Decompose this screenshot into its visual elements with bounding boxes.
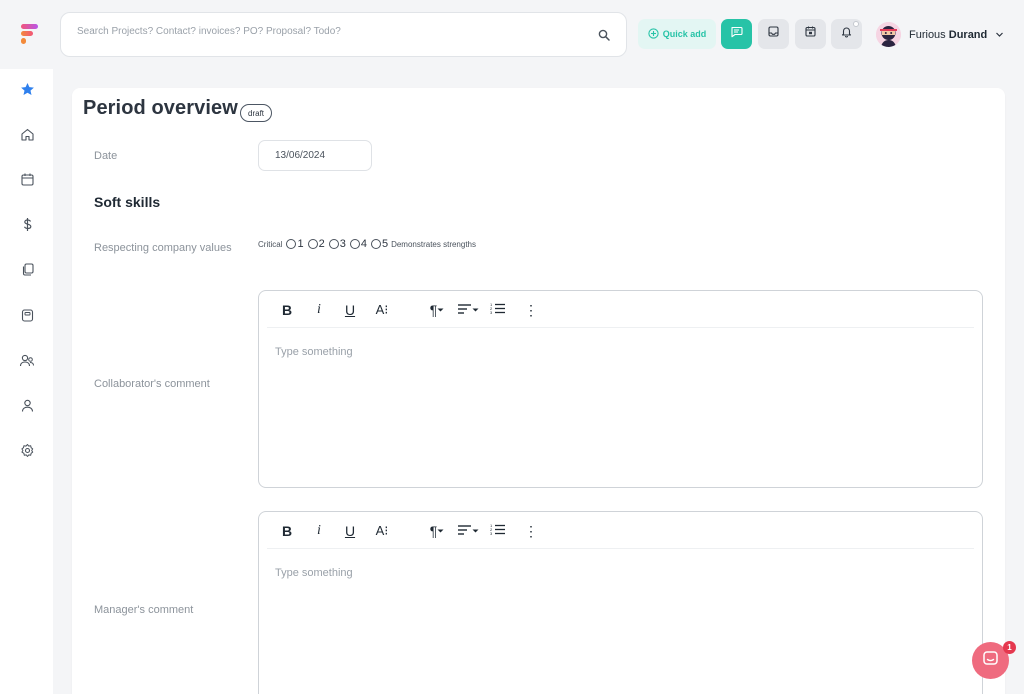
plus-circle-icon [648,27,659,41]
paragraph-button[interactable]: ¶ [425,521,449,541]
rating-radio-5[interactable] [370,239,381,249]
rating-option-label: 1 [297,238,304,250]
rating-option-label: 3 [339,238,346,250]
calendar-button[interactable] [795,19,826,49]
bell-icon [840,25,853,43]
sidebar-item-calendar[interactable] [17,172,37,192]
sidebar-item-home[interactable] [17,127,37,147]
rating-option-label: 2 [318,238,325,250]
avatar [876,22,901,47]
user-last-name: Durand [948,28,988,41]
rating-high-label: Demonstrates strengths [391,239,477,249]
quick-add-label: Quick add [662,29,707,39]
italic-button[interactable]: i [311,521,327,541]
more-options-button[interactable]: ⋮ [524,521,538,541]
sidebar-item-documents[interactable] [17,262,37,282]
rating-option-label: 5 [381,238,389,250]
quick-add-button[interactable]: Quick add [638,19,716,49]
chat-icon [982,650,999,672]
rating-radio-4[interactable] [349,239,360,249]
font-size-button[interactable]: A⁝ [373,521,391,541]
date-input[interactable] [275,150,365,161]
editor-toolbar: B i U A⁝ ¶ 123 ⋮ [267,512,974,549]
notifications-button[interactable] [831,19,862,49]
rating-radio-1[interactable] [286,239,297,249]
ordered-list-button[interactable]: 123 [489,300,507,320]
paragraph-icon: ¶ [429,523,438,539]
bold-button[interactable]: B [279,521,295,541]
inbox-icon [767,25,780,43]
rating-radio-3[interactable] [328,239,339,249]
documents-icon [20,262,35,282]
page-title: Period overview [83,97,238,119]
align-left-icon [457,302,472,318]
underline-button[interactable]: U [341,300,359,320]
editor-toolbar: B i U A⁝ ¶ 123 ⋮ [267,291,974,328]
align-button[interactable] [455,521,481,541]
gear-icon [20,443,35,463]
manager-comment-editor[interactable]: B i U A⁝ ¶ 123 ⋮ Type something [258,511,983,694]
top-bar: Quick add [0,0,1024,69]
rating-scale: Critical 1 2 3 4 5 Demonstrates strength… [258,238,476,250]
chat-icon [730,25,743,43]
search-bar[interactable] [60,12,627,57]
manager-comment-label: Manager's comment [94,604,194,616]
font-size-button[interactable]: A⁝ [373,300,391,320]
align-button[interactable] [455,300,481,320]
collaborator-comment-editor[interactable]: B i U A⁝ ¶ 123 ⋮ Type something [258,290,983,488]
ordered-list-icon: 123 [490,523,506,539]
ordered-list-icon: 123 [490,302,506,318]
search-icon[interactable] [598,28,612,42]
more-options-button[interactable]: ⋮ [524,300,538,320]
notification-dot [853,21,859,27]
star-icon [20,82,35,102]
date-field[interactable] [258,140,372,171]
sidebar-item-settings[interactable] [17,443,37,463]
inbox-button[interactable] [758,19,789,49]
receipt-icon [20,308,35,328]
section-title: Soft skills [94,194,161,210]
home-icon [20,127,35,147]
align-left-icon [457,523,472,539]
sidebar-item-profile[interactable] [17,398,37,418]
dollar-icon [20,217,35,237]
italic-button[interactable]: i [311,300,327,320]
chevron-down-icon[interactable] [995,26,1004,44]
sidebar-item-receipts[interactable] [17,308,37,328]
user-menu[interactable]: Furious Durand [876,22,1004,47]
sidebar-item-contacts[interactable] [17,353,37,373]
calendar-icon [20,172,35,192]
editor-placeholder: Type something [275,346,353,358]
svg-text:3: 3 [490,310,493,315]
ordered-list-button[interactable]: 123 [489,521,507,541]
date-label: Date [94,150,118,162]
collaborator-comment-label: Collaborator's comment [94,378,210,390]
rating-radio-2[interactable] [307,239,318,249]
user-name: Furious Durand [909,29,987,41]
paragraph-icon: ¶ [429,302,438,318]
rating-option-label: 4 [360,238,367,250]
editor-placeholder: Type something [275,567,353,579]
svg-text:3: 3 [490,531,493,536]
paragraph-button[interactable]: ¶ [425,300,449,320]
app-logo[interactable] [20,22,40,46]
unread-count-badge: 1 [1003,641,1016,654]
calendar-icon [804,25,817,43]
chat-button[interactable] [721,19,752,49]
bold-button[interactable]: B [279,300,295,320]
status-badge: draft [240,104,273,122]
user-first-name: Furious [909,28,946,41]
sidebar [0,69,53,694]
users-icon [19,353,35,373]
user-icon [20,398,35,418]
search-input[interactable] [77,26,577,37]
sidebar-item-favorites[interactable] [17,82,37,102]
rating-low-label: Critical [258,239,283,249]
underline-button[interactable]: U [341,521,359,541]
sidebar-item-finance[interactable] [17,217,37,237]
rating-label: Respecting company values [94,242,232,254]
